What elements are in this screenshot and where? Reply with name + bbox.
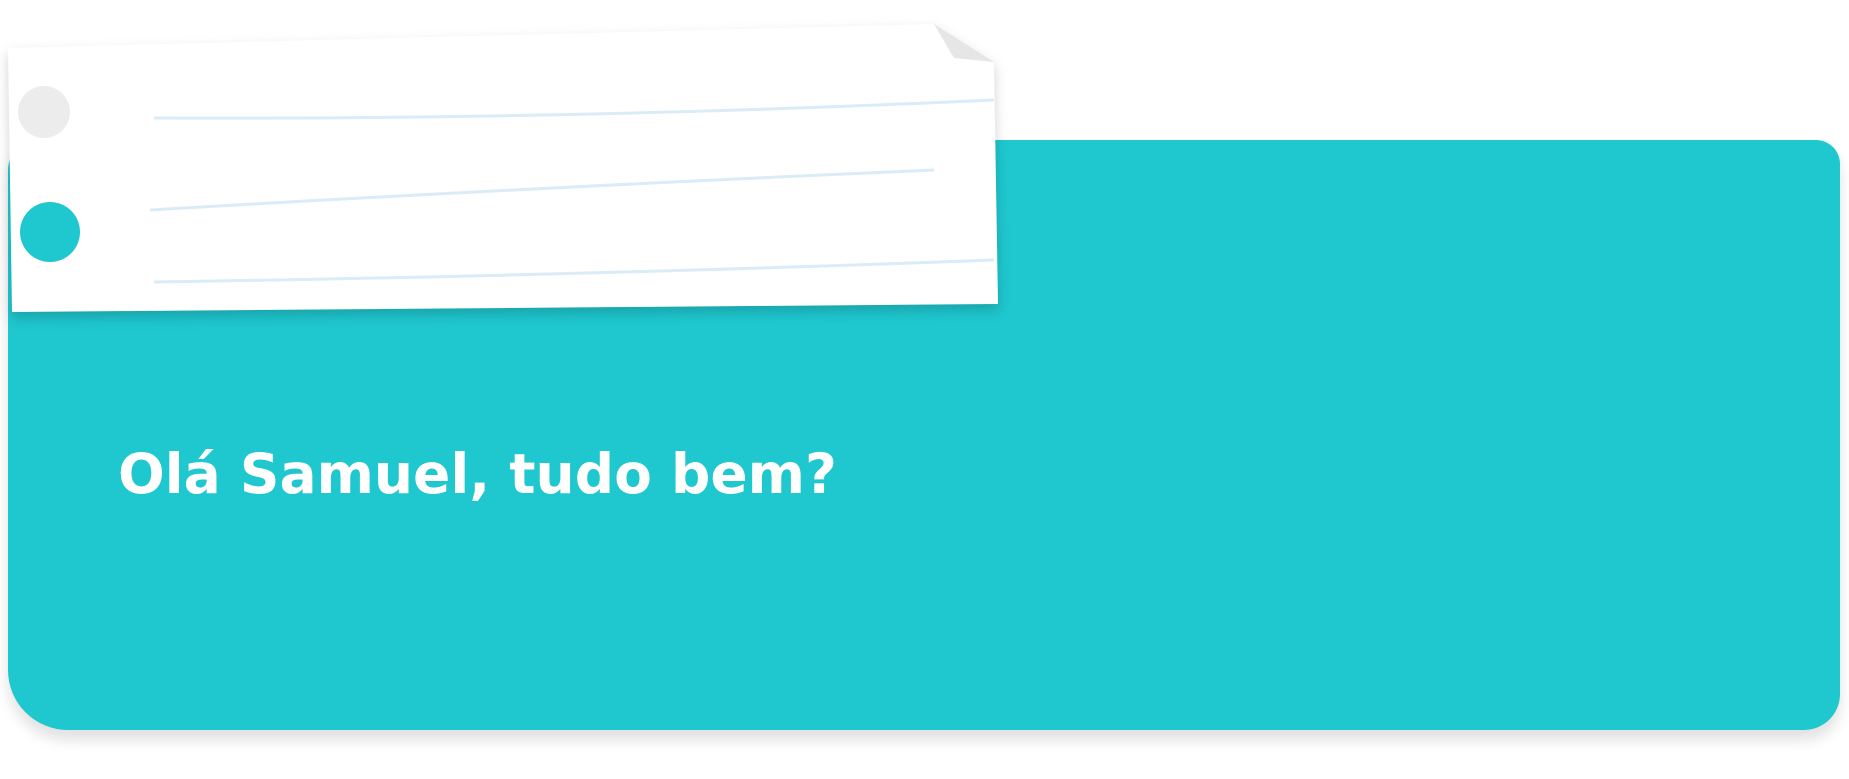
paper-sheet	[8, 24, 998, 312]
greeting-text: Olá Samuel, tudo bem?	[118, 442, 837, 506]
paper-hole	[18, 86, 70, 138]
paper-hole	[20, 202, 80, 262]
banner: Olá Samuel, tudo bem?	[0, 0, 1849, 779]
notepad-paper	[4, 20, 1000, 312]
